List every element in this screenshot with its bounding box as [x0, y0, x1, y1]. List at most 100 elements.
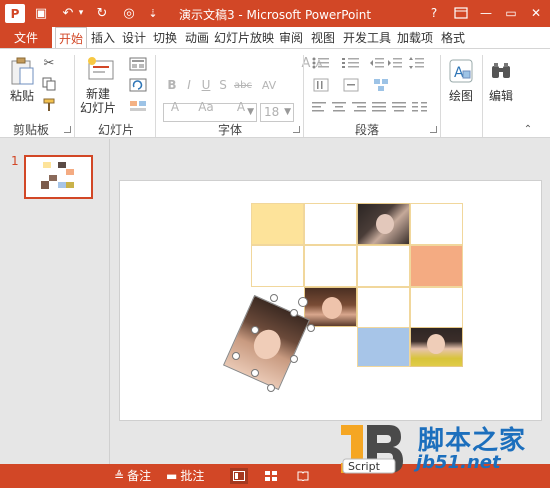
text-shadow-button[interactable]: S — [216, 77, 230, 93]
slide-sorter-button[interactable] — [262, 468, 280, 484]
bold-button[interactable]: B — [165, 77, 179, 93]
tab-review[interactable]: 审阅 — [277, 27, 305, 49]
divider — [482, 55, 483, 137]
restore-button[interactable]: ▭ — [501, 3, 521, 23]
chevron-down-icon[interactable]: ▼ — [247, 104, 254, 121]
change-case-button[interactable]: Aa — [195, 99, 217, 115]
bullets-icon[interactable] — [309, 55, 333, 71]
numbering-icon[interactable] — [339, 55, 363, 71]
font-color-button[interactable]: A — [168, 99, 182, 115]
slide-thumbnail[interactable] — [24, 155, 93, 199]
distribute-icon[interactable] — [391, 99, 407, 115]
paste-icon[interactable] — [8, 55, 36, 87]
text-direction-icon[interactable] — [309, 77, 333, 93]
line-spacing-icon[interactable] — [407, 55, 425, 71]
resize-handle[interactable] — [290, 309, 298, 317]
grid-cell-yellow[interactable] — [251, 203, 304, 245]
ribbon: 粘贴 ✂ 剪贴板 新建 幻灯片 幻灯片 ▼ 18 ▼ A A B I U S ab… — [0, 48, 550, 138]
scissors-icon[interactable]: ✂ — [40, 54, 58, 72]
tab-home[interactable]: 开始 — [55, 27, 87, 50]
underline-button[interactable]: U — [199, 77, 213, 93]
paragraph-launcher-icon[interactable] — [430, 126, 437, 133]
reading-view-button[interactable] — [294, 468, 312, 484]
help-button[interactable]: ? — [424, 3, 444, 23]
character-spacing-button[interactable]: AV — [257, 77, 281, 93]
ribbon-tabs: 文件 开始 插入 设计 切换 动画 幻灯片放映 审阅 视图 开发工具 加载项 格… — [0, 27, 550, 50]
collapse-ribbon-icon[interactable]: ⌃ — [520, 123, 536, 135]
grid-cell-blue[interactable] — [357, 327, 410, 367]
align-center-icon[interactable] — [331, 99, 347, 115]
resize-handle[interactable] — [251, 326, 259, 334]
grid-cell[interactable] — [357, 245, 410, 287]
comments-button[interactable]: ▬ 批注 — [166, 468, 204, 484]
photo-cell[interactable] — [357, 203, 410, 245]
align-right-icon[interactable] — [351, 99, 367, 115]
resize-handle[interactable] — [267, 384, 275, 392]
resize-handle[interactable] — [307, 324, 315, 332]
rotate-handle[interactable] — [298, 297, 308, 307]
editing-button-label[interactable]: 编辑 — [488, 89, 514, 103]
resize-handle[interactable] — [270, 294, 278, 302]
ribbon-display-icon — [454, 7, 468, 19]
smartart-icon[interactable] — [369, 77, 393, 93]
paste-button-label[interactable]: 粘贴 — [7, 89, 37, 103]
font-size-input[interactable]: 18 ▼ — [260, 103, 294, 122]
align-text-icon[interactable] — [339, 77, 363, 93]
italic-button[interactable]: I — [182, 77, 196, 93]
tab-format[interactable]: 格式 — [438, 27, 468, 49]
normal-view-button[interactable] — [230, 468, 248, 484]
tab-design[interactable]: 设计 — [120, 27, 148, 49]
resize-handle[interactable] — [232, 352, 240, 360]
increase-indent-icon[interactable] — [387, 55, 403, 71]
grid-cell[interactable] — [410, 287, 463, 329]
thumbnail-mark — [43, 162, 51, 168]
ribbon-display-options-button[interactable] — [451, 3, 471, 23]
section-icon[interactable] — [127, 98, 149, 114]
drawing-button-label[interactable]: 绘图 — [448, 89, 474, 103]
comments-label: 批注 — [180, 469, 205, 483]
chevron-down-icon[interactable]: ▼ — [284, 104, 291, 121]
grid-cell[interactable] — [251, 245, 304, 287]
reset-icon[interactable] — [127, 77, 149, 93]
minimize-button[interactable]: — — [476, 3, 496, 23]
tab-slide-show[interactable]: 幻灯片放映 — [213, 27, 275, 49]
tab-insert[interactable]: 插入 — [89, 27, 117, 49]
tab-view[interactable]: 视图 — [309, 27, 337, 49]
paragraph-group-label: 段落 — [355, 123, 380, 137]
tab-animations[interactable]: 动画 — [183, 27, 211, 49]
resize-handle[interactable] — [290, 355, 298, 363]
watermark-logo: Script — [337, 417, 409, 481]
layout-icon[interactable] — [127, 56, 149, 72]
drawing-icon[interactable]: A — [448, 57, 474, 85]
grid-cell[interactable] — [304, 245, 357, 287]
resize-handle[interactable] — [251, 369, 259, 377]
clipboard-launcher-icon[interactable] — [64, 126, 71, 133]
new-slide-icon[interactable] — [85, 55, 117, 83]
tab-file[interactable]: 文件 — [0, 27, 52, 49]
justify-icon[interactable] — [371, 99, 387, 115]
notes-button[interactable]: ≜ 备注 — [114, 468, 151, 484]
grid-cell[interactable] — [304, 203, 357, 245]
tab-developer[interactable]: 开发工具 — [341, 27, 393, 49]
photo-cell[interactable] — [410, 327, 463, 367]
font-launcher-icon[interactable] — [293, 126, 300, 133]
tab-transitions[interactable]: 切换 — [151, 27, 179, 49]
grid-cell-orange[interactable] — [410, 245, 463, 287]
divider — [74, 55, 75, 137]
grid-cell[interactable] — [357, 287, 410, 329]
notes-label: 备注 — [127, 469, 152, 483]
close-button[interactable]: ✕ — [526, 3, 546, 23]
binoculars-icon[interactable] — [488, 57, 514, 85]
photo-cell[interactable] — [304, 287, 357, 327]
new-slide-label-line1[interactable]: 新建 — [78, 87, 118, 101]
align-left-icon[interactable] — [311, 99, 327, 115]
decrease-indent-icon[interactable] — [369, 55, 385, 71]
clear-formatting-icon[interactable]: A — [234, 99, 248, 115]
new-slide-label-line2[interactable]: 幻灯片 — [76, 101, 120, 115]
copy-icon[interactable] — [40, 75, 58, 93]
grid-cell[interactable] — [410, 203, 463, 245]
strikethrough-button[interactable]: abc — [233, 77, 253, 93]
tab-add-ins[interactable]: 加载项 — [396, 27, 434, 49]
format-painter-icon[interactable] — [40, 96, 58, 114]
columns-icon[interactable] — [411, 99, 429, 115]
